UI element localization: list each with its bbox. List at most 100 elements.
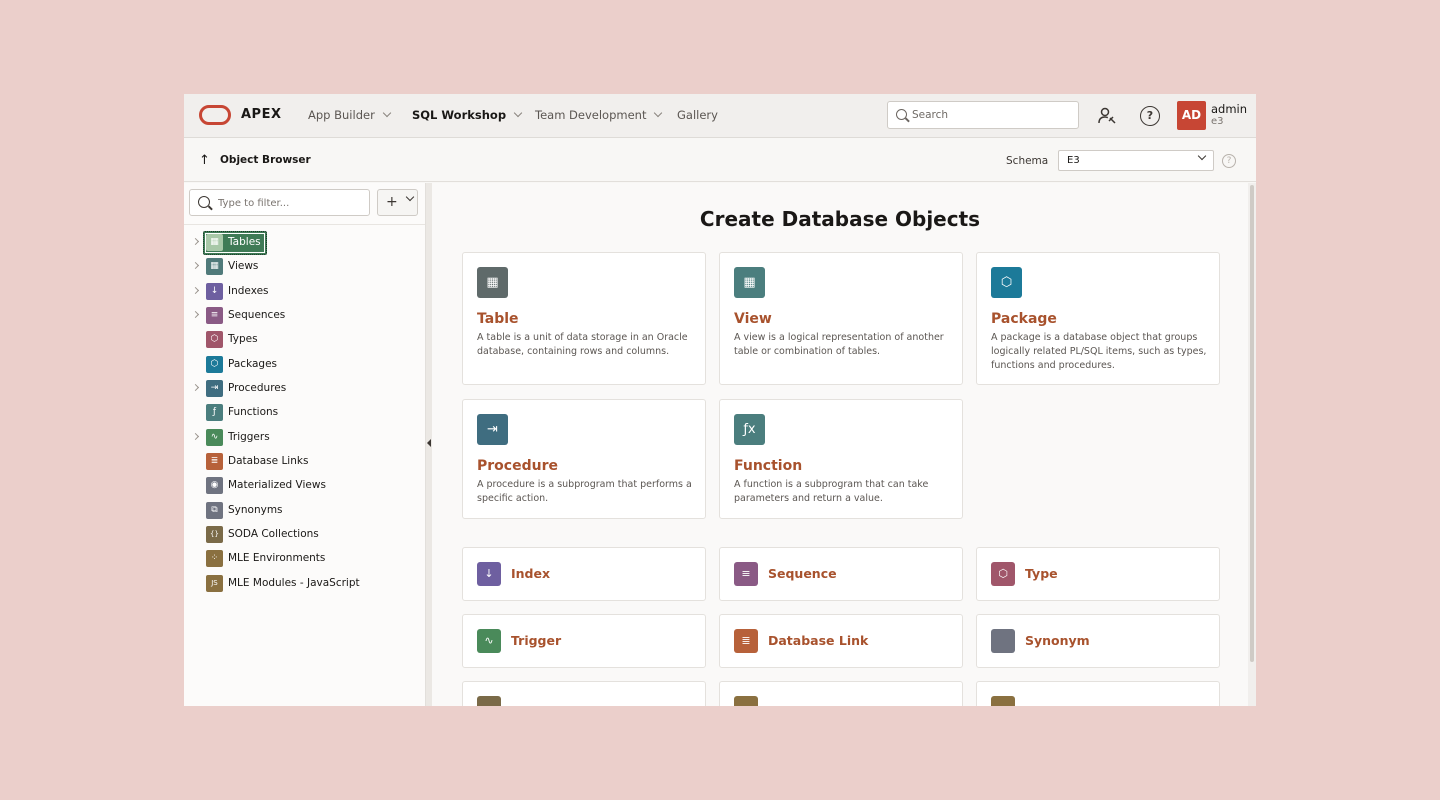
card-package[interactable]: ⬡ Package A package is a database object… bbox=[976, 252, 1220, 385]
tree-filter-input[interactable] bbox=[218, 195, 363, 211]
card-title: Sequence bbox=[768, 566, 837, 581]
chevron-right-icon[interactable] bbox=[191, 286, 200, 294]
plus-icon: + bbox=[386, 194, 398, 210]
tree-item-database-links[interactable]: ≣ Database Links bbox=[184, 450, 424, 474]
card-table[interactable]: ▦ Table A table is a unit of data storag… bbox=[462, 252, 706, 385]
chevron-down-icon bbox=[513, 108, 523, 118]
main-title: Create Database Objects bbox=[699, 207, 981, 231]
search-input[interactable] bbox=[912, 106, 1072, 124]
tree-item-packages[interactable]: ⬡ Packages bbox=[184, 353, 424, 377]
table-icon: ▦ bbox=[477, 267, 508, 298]
card-title: Type bbox=[1025, 566, 1058, 581]
card-trigger[interactable]: ∿ Trigger bbox=[462, 614, 706, 668]
synonym-icon: ⧉ bbox=[206, 501, 223, 519]
object-tree: ▦ Tables ▦ Views ↓ Indexes ≡ Sequences ⬡… bbox=[184, 231, 424, 596]
user-avatar[interactable]: AD bbox=[1177, 101, 1206, 130]
divider bbox=[184, 224, 425, 225]
tree-item-procedures[interactable]: ⇥ Procedures bbox=[184, 377, 424, 401]
nav-sql-workshop[interactable]: SQL Workshop bbox=[412, 108, 523, 122]
chevron-right-icon[interactable] bbox=[191, 237, 200, 246]
card-database-link[interactable]: ≣ Database Link bbox=[719, 614, 963, 668]
mle-environment-icon: ⁘ bbox=[206, 550, 223, 568]
tree-item-label: Packages bbox=[228, 357, 277, 370]
chevron-right-icon[interactable] bbox=[191, 384, 200, 392]
main-scrollbar[interactable] bbox=[1248, 183, 1256, 706]
type-icon: ⬡ bbox=[206, 331, 223, 349]
view-icon: ▦ bbox=[206, 258, 223, 276]
tree-item-label: Materialized Views bbox=[228, 479, 326, 492]
card-soda-collection[interactable] bbox=[462, 681, 706, 706]
card-title: Table bbox=[477, 311, 519, 327]
procedure-icon: ⇥ bbox=[206, 380, 223, 398]
mle-module-icon bbox=[991, 696, 1015, 706]
page-title: Object Browser bbox=[220, 154, 311, 166]
user-name[interactable]: admin bbox=[1211, 102, 1247, 116]
tree-item-synonyms[interactable]: ⧉ Synonyms bbox=[184, 499, 424, 523]
card-procedure[interactable]: ⇥ Procedure A procedure is a subprogram … bbox=[462, 399, 706, 519]
card-synonym[interactable]: Synonym bbox=[976, 614, 1220, 668]
chevron-down-icon bbox=[1197, 151, 1207, 161]
card-index[interactable]: ↓ Index bbox=[462, 547, 706, 601]
materialized-view-icon: ◉ bbox=[206, 477, 223, 495]
nav-app-builder[interactable]: App Builder bbox=[308, 108, 392, 122]
card-function[interactable]: ƒx Function A function is a subprogram t… bbox=[719, 399, 963, 519]
tree-item-materialized-views[interactable]: ◉ Materialized Views bbox=[184, 474, 424, 498]
card-description: A view is a logical representation of an… bbox=[734, 332, 944, 357]
trigger-icon: ∿ bbox=[477, 629, 501, 653]
chevron-down-icon bbox=[654, 108, 663, 118]
schema-select[interactable]: E3 bbox=[1058, 150, 1214, 171]
add-object-button[interactable]: + bbox=[377, 189, 418, 216]
help-icon[interactable]: ? bbox=[1140, 106, 1160, 126]
mle-module-icon: JS bbox=[206, 574, 223, 592]
tree-item-types[interactable]: ⬡ Types bbox=[184, 328, 424, 352]
tree-item-label: MLE Environments bbox=[228, 552, 326, 565]
card-view[interactable]: ▦ View A view is a logical representatio… bbox=[719, 252, 963, 385]
soda-collection-icon bbox=[477, 696, 501, 706]
user-settings-icon[interactable] bbox=[1097, 106, 1117, 126]
tree-item-sequences[interactable]: ≡ Sequences bbox=[184, 304, 424, 328]
card-type[interactable]: ⬡ Type bbox=[976, 547, 1220, 601]
search-icon bbox=[198, 196, 210, 208]
object-tree-panel: + ▦ Tables ▦ Views ↓ Indexes bbox=[184, 183, 426, 706]
card-title: Package bbox=[991, 311, 1057, 327]
tree-item-label: Tables bbox=[228, 236, 261, 248]
chevron-right-icon[interactable] bbox=[191, 310, 200, 319]
main-content: Create Database Objects ▦ Table A table … bbox=[432, 183, 1248, 706]
tree-item-mle-environments[interactable]: ⁘ MLE Environments bbox=[184, 547, 424, 571]
card-mle-module[interactable] bbox=[976, 681, 1220, 706]
up-arrow-icon[interactable]: ↑ bbox=[199, 153, 210, 168]
tree-item-label: Views bbox=[228, 260, 259, 273]
tree-item-triggers[interactable]: ∿ Triggers bbox=[184, 426, 424, 450]
top-navigation: APEX App Builder SQL Workshop Team Devel… bbox=[184, 94, 1256, 138]
schema-help-icon[interactable]: ? bbox=[1222, 154, 1236, 168]
search-icon bbox=[896, 109, 907, 120]
nav-gallery[interactable]: Gallery bbox=[677, 108, 718, 122]
tree-item-soda-collections[interactable]: {} SODA Collections bbox=[184, 523, 424, 547]
global-search bbox=[887, 101, 1079, 129]
tree-item-label: SODA Collections bbox=[228, 528, 319, 541]
chevron-right-icon[interactable] bbox=[191, 262, 200, 270]
tree-item-functions[interactable]: ƒ Functions bbox=[184, 401, 424, 425]
tree-item-label: Types bbox=[228, 333, 258, 346]
card-title: View bbox=[734, 311, 772, 327]
card-title: Function bbox=[734, 458, 803, 474]
function-icon: ƒ bbox=[206, 404, 223, 422]
apex-logo-text[interactable]: APEX bbox=[241, 107, 282, 122]
card-mle-environment[interactable] bbox=[719, 681, 963, 706]
tree-item-mle-modules[interactable]: JS MLE Modules - JavaScript bbox=[184, 572, 424, 596]
nav-team-development[interactable]: Team Development bbox=[535, 108, 663, 122]
collapse-caret-icon[interactable] bbox=[427, 439, 431, 447]
tree-item-label: Triggers bbox=[228, 430, 270, 443]
tree-item-label: Procedures bbox=[228, 382, 287, 395]
index-icon: ↓ bbox=[206, 282, 223, 300]
procedure-icon: ⇥ bbox=[477, 414, 508, 445]
tree-item-tables[interactable]: ▦ Tables bbox=[184, 231, 424, 255]
tree-item-views[interactable]: ▦ Views bbox=[184, 255, 424, 279]
card-sequence[interactable]: ≡ Sequence bbox=[719, 547, 963, 601]
oracle-logo-icon[interactable] bbox=[199, 105, 231, 125]
card-description: A function is a subprogram that can take… bbox=[734, 479, 929, 504]
scrollbar-thumb[interactable] bbox=[1250, 185, 1254, 662]
tree-item-indexes[interactable]: ↓ Indexes bbox=[184, 280, 424, 304]
chevron-right-icon[interactable] bbox=[191, 432, 200, 440]
tree-item-label: Sequences bbox=[228, 309, 286, 322]
